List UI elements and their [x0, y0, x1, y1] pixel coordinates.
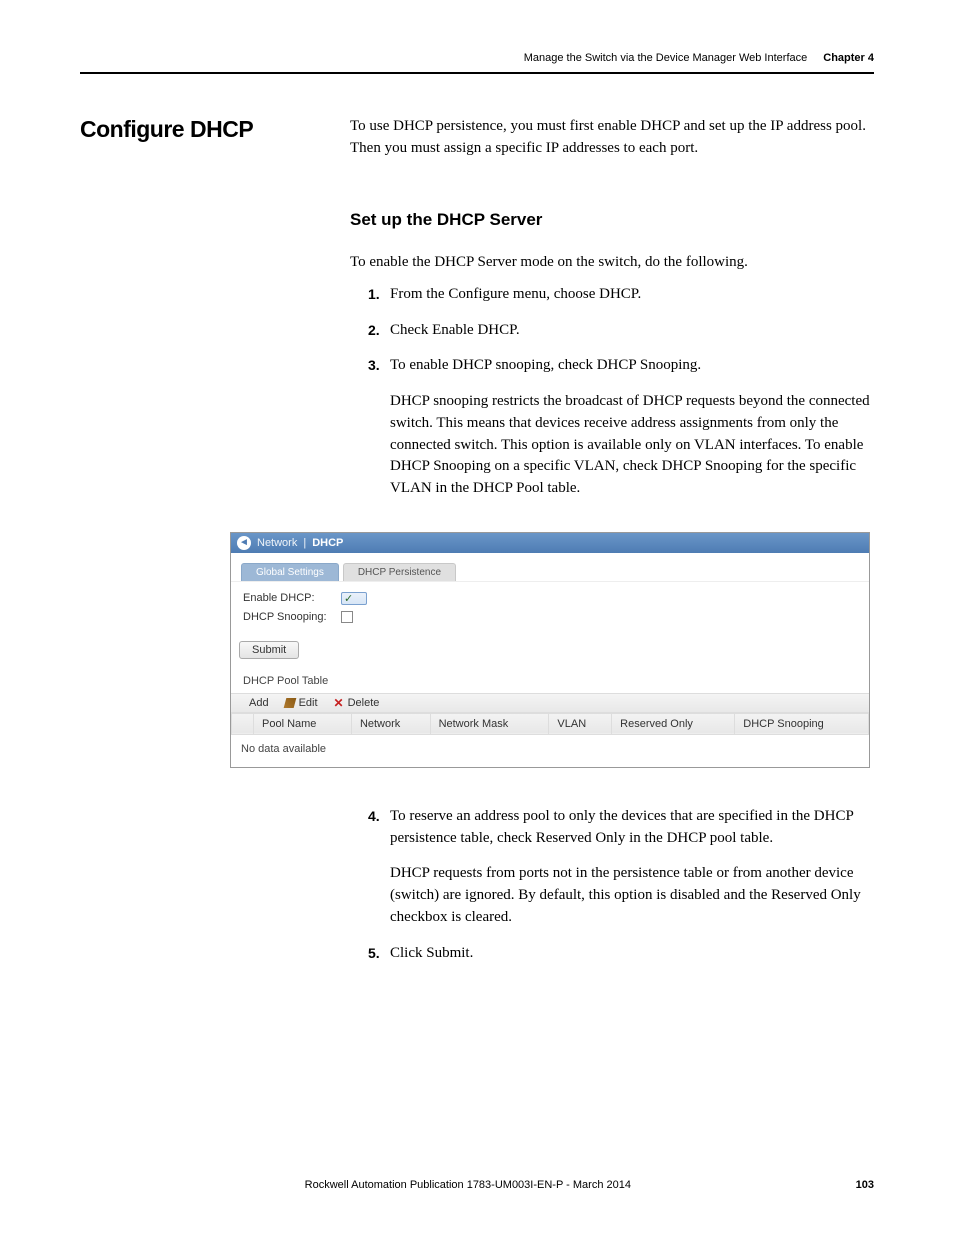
dhcp-pool-table: Pool Name Network Network Mask VLAN Rese… [231, 713, 869, 735]
pencil-icon [283, 698, 296, 708]
page-footer: Rockwell Automation Publication 1783-UM0… [0, 1179, 954, 1191]
step-text: From the Configure menu, choose DHCP. [390, 284, 874, 306]
step-followup: DHCP snooping restricts the broadcast of… [390, 391, 874, 500]
table-header-row: Pool Name Network Network Mask VLAN Rese… [232, 713, 869, 734]
col-pool-name[interactable]: Pool Name [254, 713, 352, 734]
step-5: 5. Click Submit. [368, 943, 874, 965]
step-3: 3. To enable DHCP snooping, check DHCP S… [368, 355, 874, 500]
add-label: Add [249, 697, 269, 709]
step-number: 1. [368, 284, 380, 304]
step-text: To enable DHCP snooping, check DHCP Snoo… [390, 355, 874, 377]
col-network-mask[interactable]: Network Mask [430, 713, 549, 734]
enable-dhcp-row: Enable DHCP: ✓ [243, 592, 857, 605]
lead-sentence: To enable the DHCP Server mode on the sw… [350, 252, 874, 274]
subheading: Set up the DHCP Server [350, 208, 874, 233]
col-dhcp-snooping[interactable]: DHCP Snooping [735, 713, 869, 734]
dhcp-snooping-label: DHCP Snooping: [243, 611, 333, 623]
col-reserved-only[interactable]: Reserved Only [612, 713, 735, 734]
running-header: Manage the Switch via the Device Manager… [80, 52, 874, 74]
pool-table-label: DHCP Pool Table [231, 669, 869, 693]
step-number: 2. [368, 320, 380, 340]
dhcp-settings-panel: ◄ Network | DHCP Global Settings DHCP Pe… [230, 532, 870, 768]
dhcp-snooping-checkbox[interactable] [341, 611, 353, 623]
step-number: 3. [368, 355, 380, 375]
add-button[interactable]: Add [249, 697, 269, 709]
dhcp-snooping-row: DHCP Snooping: [243, 611, 857, 623]
step-number: 5. [368, 943, 380, 963]
breadcrumb-current: DHCP [312, 537, 343, 549]
col-vlan[interactable]: VLAN [549, 713, 612, 734]
delete-label: Delete [348, 697, 380, 709]
pool-toolbar: Add Edit ✕ Delete [231, 693, 869, 713]
breadcrumb-separator: | [303, 537, 306, 549]
edit-label: Edit [299, 697, 318, 709]
page-number: 103 [856, 1179, 874, 1191]
tab-bar: Global Settings DHCP Persistence [231, 563, 869, 582]
step-text: Click Submit. [390, 943, 874, 965]
breadcrumb-parent[interactable]: Network [257, 537, 297, 549]
col-checkbox[interactable] [232, 713, 254, 734]
col-network[interactable]: Network [351, 713, 430, 734]
intro-paragraph: To use DHCP persistence, you must first … [350, 116, 874, 160]
enable-dhcp-toggle[interactable]: ✓ [341, 592, 367, 605]
section-title: Configure DHCP [80, 116, 310, 143]
step-followup: DHCP requests from ports not in the pers… [390, 863, 874, 928]
delete-icon: ✕ [334, 698, 344, 708]
back-icon[interactable]: ◄ [237, 536, 251, 550]
steps-list-b: 4. To reserve an address pool to only th… [368, 806, 874, 965]
check-icon: ✓ [344, 592, 353, 605]
step-number: 4. [368, 806, 380, 826]
running-title: Manage the Switch via the Device Manager… [524, 52, 808, 64]
tab-global-settings[interactable]: Global Settings [241, 563, 339, 581]
delete-button[interactable]: ✕ Delete [334, 697, 380, 709]
submit-button[interactable]: Submit [239, 641, 299, 659]
step-1: 1. From the Configure menu, choose DHCP. [368, 284, 874, 306]
step-text: To reserve an address pool to only the d… [390, 806, 874, 850]
enable-dhcp-label: Enable DHCP: [243, 592, 333, 604]
chapter-label: Chapter 4 [823, 52, 874, 64]
panel-titlebar: ◄ Network | DHCP [231, 533, 869, 553]
tab-dhcp-persistence[interactable]: DHCP Persistence [343, 563, 456, 581]
steps-list-a: 1. From the Configure menu, choose DHCP.… [368, 284, 874, 500]
step-4: 4. To reserve an address pool to only th… [368, 806, 874, 929]
edit-button[interactable]: Edit [285, 697, 318, 709]
step-2: 2. Check Enable DHCP. [368, 320, 874, 342]
step-text: Check Enable DHCP. [390, 320, 874, 342]
publication-line: Rockwell Automation Publication 1783-UM0… [80, 1179, 856, 1191]
table-empty-message: No data available [231, 735, 869, 763]
